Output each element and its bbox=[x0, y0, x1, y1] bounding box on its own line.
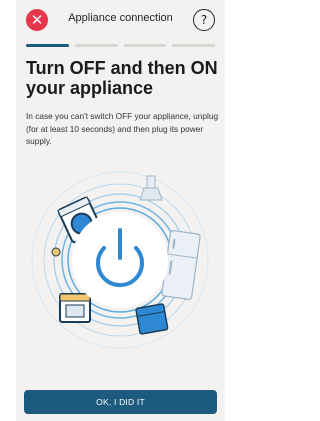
oven-icon bbox=[59, 293, 91, 323]
step-indicator bbox=[26, 44, 69, 47]
step-indicator bbox=[172, 44, 215, 47]
close-icon: ✕ bbox=[30, 10, 44, 29]
help-button[interactable]: ? bbox=[193, 9, 215, 31]
header: ✕ Appliance connection ? bbox=[16, 0, 225, 40]
step-indicator bbox=[123, 44, 167, 47]
description: In case you can't switch OFF your applia… bbox=[26, 111, 219, 146]
close-button[interactable]: ✕ bbox=[26, 9, 48, 31]
dishwasher-icon bbox=[135, 303, 169, 335]
help-icon: ? bbox=[200, 13, 208, 27]
screen: ✕ Appliance connection ? Turn OFF and th… bbox=[16, 0, 225, 421]
page-title: Appliance connection bbox=[68, 12, 173, 24]
headline: Turn OFF and then ON your appliance bbox=[26, 58, 218, 98]
dryer-icon bbox=[51, 247, 61, 257]
step-progress bbox=[26, 44, 215, 48]
step-indicator bbox=[74, 44, 118, 47]
appliance-illustration bbox=[31, 171, 209, 349]
ok-i-did-it-button[interactable]: OK, I DID IT bbox=[24, 390, 217, 414]
